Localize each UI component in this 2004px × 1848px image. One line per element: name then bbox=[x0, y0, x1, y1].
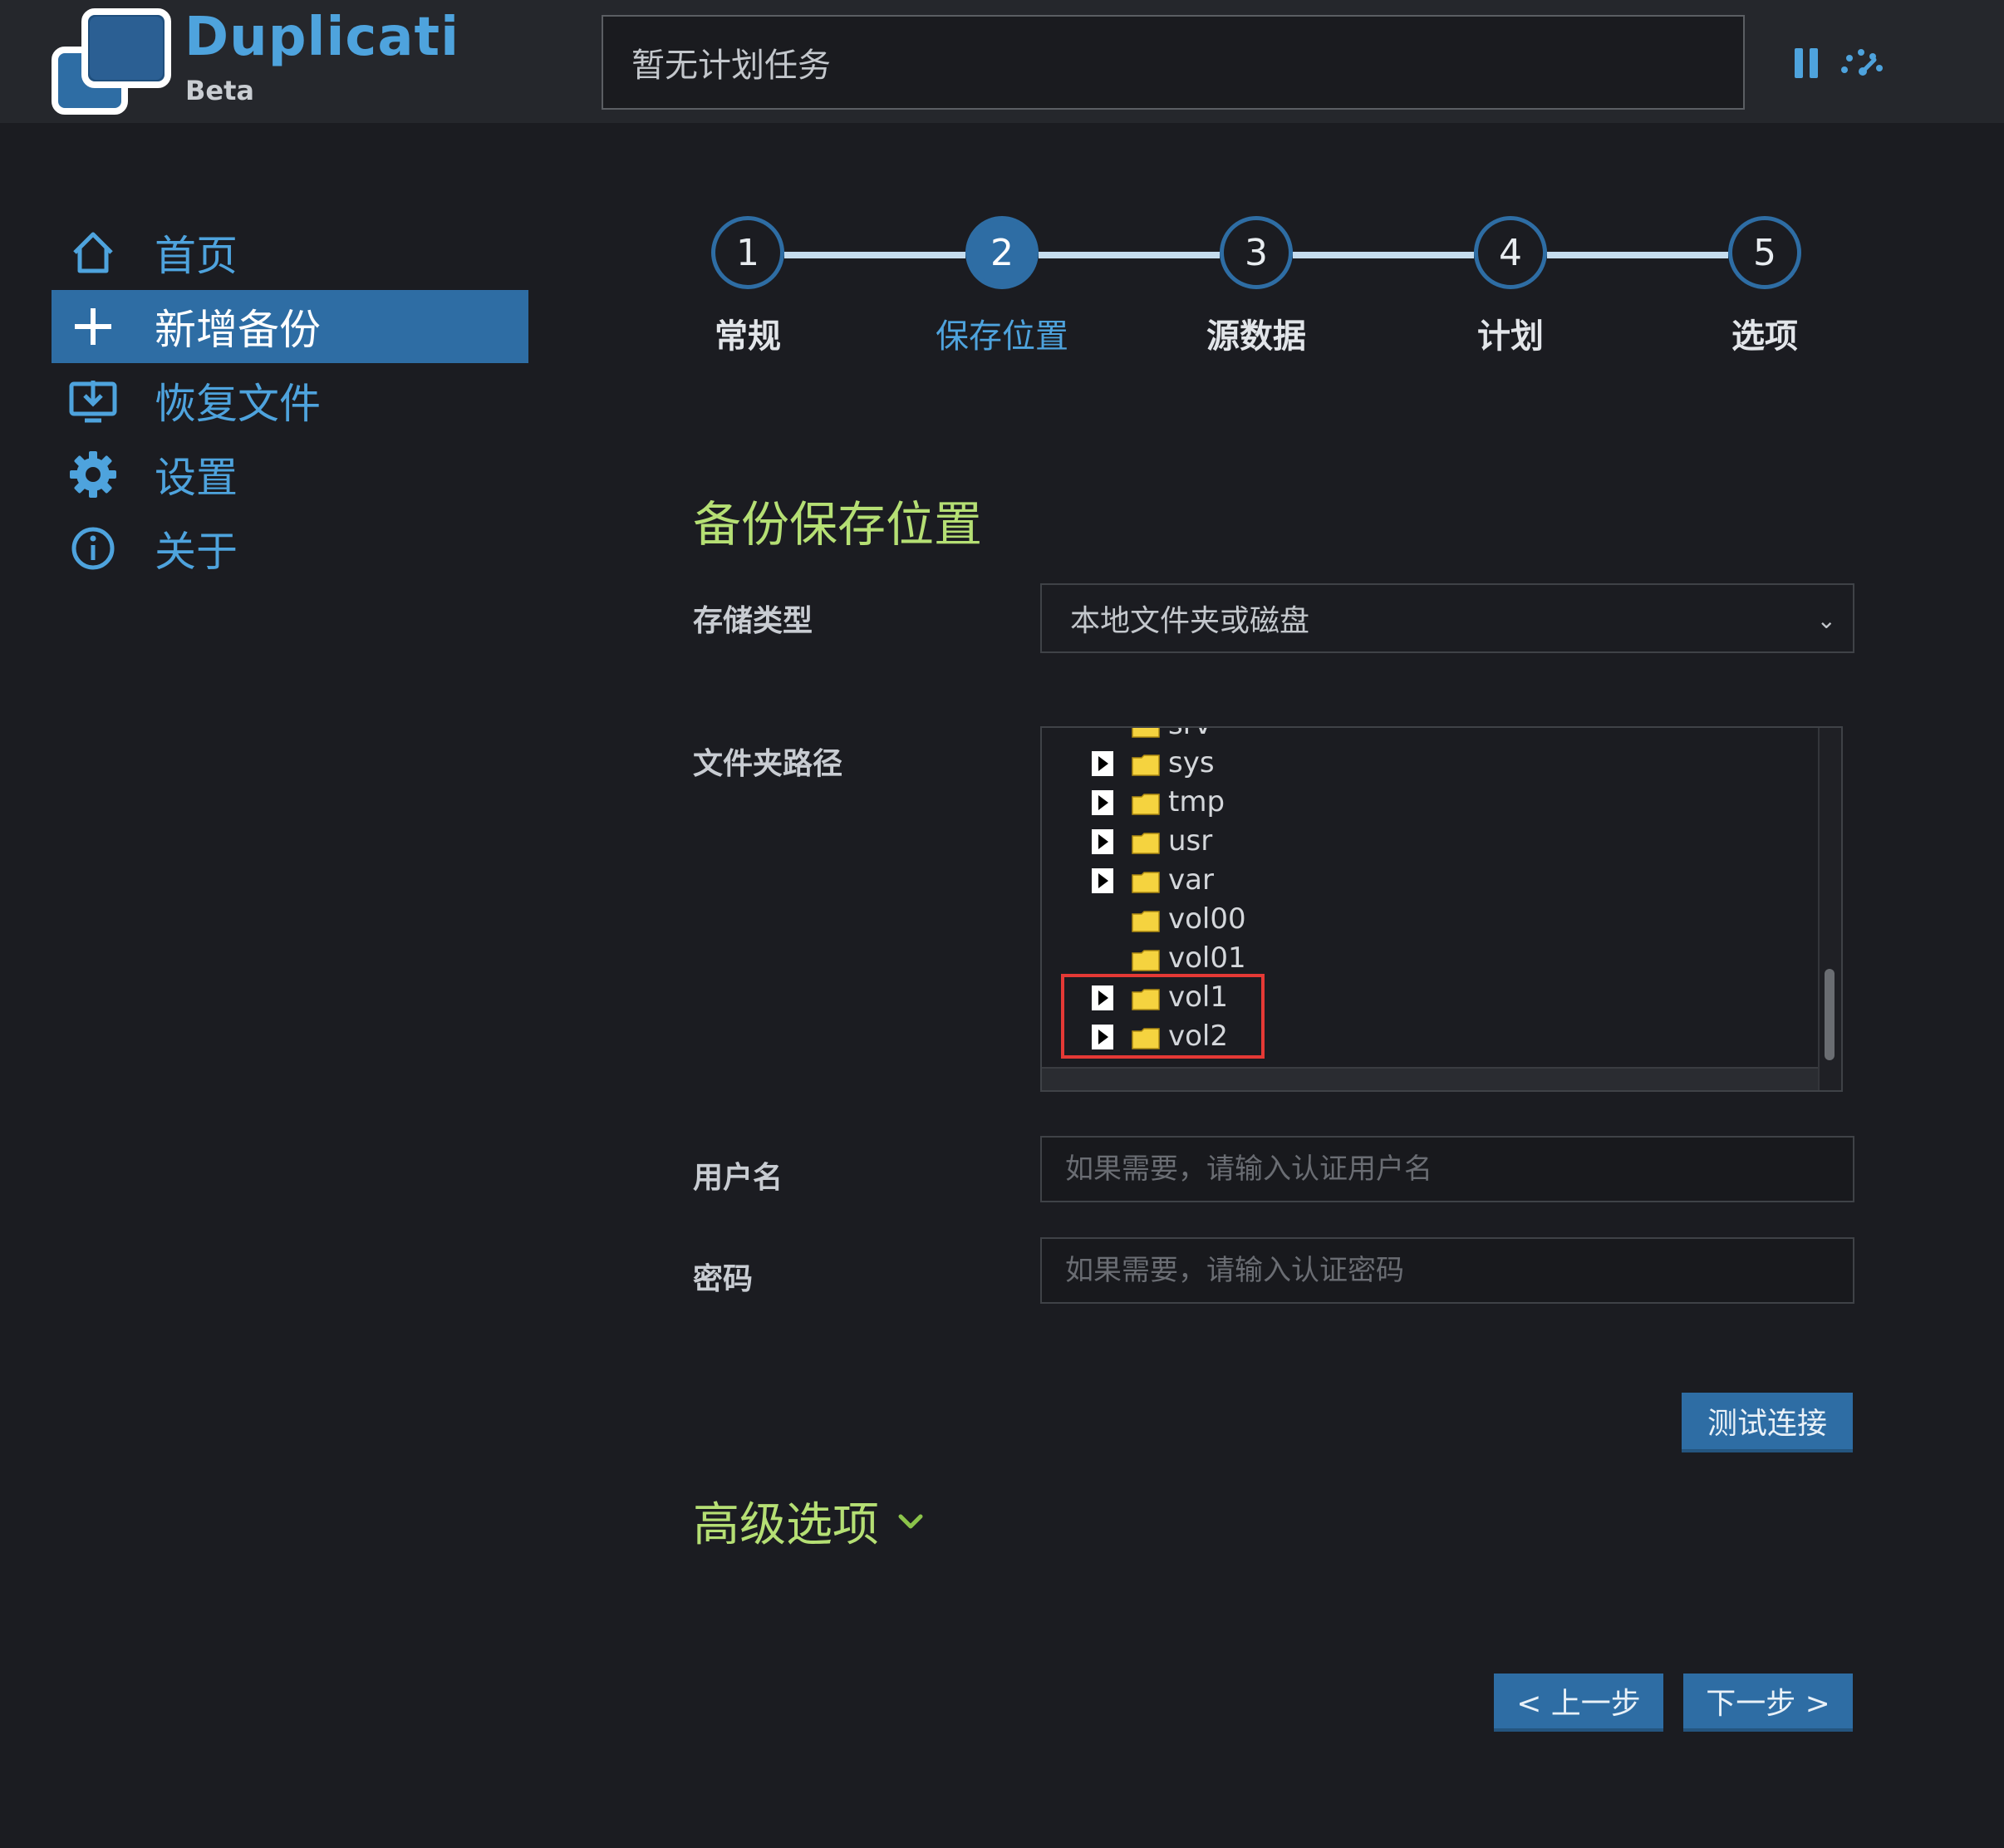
step-connector bbox=[1547, 252, 1728, 258]
advanced-options-toggle[interactable]: 高级选项 bbox=[693, 1487, 924, 1555]
step-4-label[interactable]: 计划 bbox=[1419, 309, 1602, 357]
sidebar-item-label: 关于 bbox=[155, 528, 238, 576]
chevron-down-icon: ⌄ bbox=[1816, 607, 1836, 634]
speed-gauge-icon[interactable] bbox=[1838, 47, 1888, 76]
tree-row[interactable]: var bbox=[1042, 862, 1790, 900]
home-icon bbox=[73, 232, 113, 273]
tree-row[interactable]: tmp bbox=[1042, 784, 1790, 822]
top-header: Duplicati Beta 暂无计划任务 bbox=[0, 0, 2004, 123]
step-connector bbox=[784, 252, 965, 258]
test-connection-button[interactable]: 测试连接 bbox=[1682, 1393, 1853, 1449]
folder-icon bbox=[1132, 950, 1160, 971]
section-title: 备份保存位置 bbox=[693, 496, 983, 553]
step-1-label[interactable]: 常规 bbox=[656, 309, 839, 357]
step-connector bbox=[1293, 252, 1474, 258]
step-5-circle[interactable]: 5 bbox=[1728, 216, 1801, 289]
tree-item-name: sys bbox=[1168, 746, 1215, 779]
step-2-circle[interactable]: 2 bbox=[965, 216, 1039, 289]
status-bar[interactable]: 暂无计划任务 bbox=[602, 15, 1745, 110]
expand-arrow-icon[interactable] bbox=[1092, 985, 1113, 1010]
folder-icon bbox=[1132, 872, 1160, 893]
sidebar-item-label: 设置 bbox=[155, 454, 238, 502]
app-title: Duplicati bbox=[184, 7, 460, 68]
tree-row[interactable]: vol2 bbox=[1042, 1018, 1790, 1056]
sidebar-item-add-backup[interactable]: 新增备份 bbox=[52, 290, 528, 363]
status-text: 暂无计划任务 bbox=[631, 47, 831, 85]
tree-row[interactable]: srv bbox=[1042, 728, 1790, 745]
tree-row[interactable]: vol00 bbox=[1042, 901, 1790, 939]
expand-arrow-icon[interactable] bbox=[1092, 829, 1113, 854]
step-5-label[interactable]: 选项 bbox=[1673, 309, 1856, 357]
tree-row[interactable]: sys bbox=[1042, 745, 1790, 783]
sidebar-item-home[interactable]: 首页 bbox=[52, 216, 528, 289]
storage-type-label: 存储类型 bbox=[693, 604, 813, 638]
password-label: 密码 bbox=[693, 1262, 754, 1296]
folder-icon bbox=[1132, 1028, 1160, 1049]
info-icon bbox=[71, 527, 115, 570]
tree-item-name: vol00 bbox=[1168, 902, 1246, 936]
duplicati-logo-icon bbox=[52, 8, 171, 115]
vertical-scrollbar[interactable] bbox=[1818, 728, 1841, 1090]
chevron-down-icon bbox=[898, 1514, 923, 1528]
tree-item-name: var bbox=[1168, 863, 1214, 897]
sidebar-item-about[interactable]: 关于 bbox=[52, 512, 528, 585]
password-field[interactable] bbox=[1040, 1237, 1854, 1304]
app-subtitle: Beta bbox=[185, 75, 254, 106]
previous-step-button[interactable]: < 上一步 bbox=[1494, 1674, 1663, 1728]
sidebar-item-label: 恢复文件 bbox=[155, 380, 321, 428]
tree-row[interactable]: vol01 bbox=[1042, 940, 1790, 978]
expand-arrow-icon[interactable] bbox=[1092, 751, 1113, 776]
tree-item-name: vol1 bbox=[1168, 981, 1229, 1014]
folder-path-label: 文件夹路径 bbox=[693, 747, 843, 781]
username-label: 用户名 bbox=[693, 1161, 783, 1195]
step-1-circle[interactable]: 1 bbox=[711, 216, 784, 289]
tree-item-name: tmp bbox=[1168, 785, 1225, 818]
restore-download-icon bbox=[69, 381, 117, 423]
next-step-button[interactable]: 下一步 > bbox=[1683, 1674, 1853, 1728]
step-3-label[interactable]: 源数据 bbox=[1165, 309, 1348, 357]
tree-item-name: usr bbox=[1168, 824, 1213, 858]
advanced-options-label: 高级选项 bbox=[693, 1498, 879, 1552]
sidebar-item-settings[interactable]: 设置 bbox=[52, 438, 528, 511]
plus-icon bbox=[75, 308, 111, 345]
folder-icon bbox=[1132, 989, 1160, 1010]
sidebar-item-restore[interactable]: 恢复文件 bbox=[52, 364, 528, 437]
tree-row[interactable]: vol1 bbox=[1042, 979, 1790, 1017]
sidebar-item-label: 首页 bbox=[155, 232, 238, 280]
sidebar-item-label: 新增备份 bbox=[155, 306, 321, 354]
step-4-circle[interactable]: 4 bbox=[1474, 216, 1547, 289]
pause-icon[interactable] bbox=[1795, 48, 1818, 78]
folder-icon bbox=[1132, 754, 1160, 776]
folder-icon bbox=[1132, 728, 1160, 738]
folder-icon bbox=[1132, 911, 1160, 932]
gear-icon bbox=[70, 451, 116, 498]
tree-item-name: vol01 bbox=[1168, 941, 1246, 975]
folder-tree[interactable]: srv sys tmp usr var vol00 vol01 vol1 vol… bbox=[1040, 726, 1843, 1092]
tree-row[interactable]: usr bbox=[1042, 823, 1790, 861]
folder-icon bbox=[1132, 794, 1160, 815]
expand-arrow-icon[interactable] bbox=[1092, 868, 1113, 893]
step-3-circle[interactable]: 3 bbox=[1220, 216, 1293, 289]
storage-type-select[interactable]: 本地文件夹或磁盘 ⌄ bbox=[1040, 583, 1854, 653]
storage-type-value: 本地文件夹或磁盘 bbox=[1070, 604, 1310, 638]
tree-item-name: vol2 bbox=[1168, 1020, 1229, 1053]
expand-arrow-icon[interactable] bbox=[1092, 790, 1113, 815]
horizontal-scrollbar[interactable] bbox=[1042, 1067, 1823, 1090]
scrollbar-thumb[interactable] bbox=[1825, 969, 1835, 1060]
folder-icon bbox=[1132, 833, 1160, 854]
step-connector bbox=[1039, 252, 1220, 258]
step-2-label[interactable]: 保存位置 bbox=[911, 309, 1093, 357]
username-field[interactable] bbox=[1040, 1136, 1854, 1202]
tree-item-name: srv bbox=[1168, 728, 1211, 741]
expand-arrow-icon[interactable] bbox=[1092, 1025, 1113, 1049]
